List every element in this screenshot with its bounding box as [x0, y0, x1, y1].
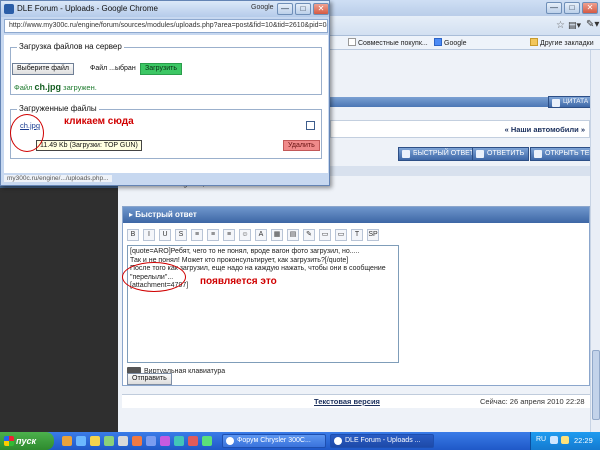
status-url: my300c.ru/engine/.../uploads.php...	[4, 175, 112, 182]
quick-reply-button[interactable]: БЫСТРЫЙ ОТВЕТ	[398, 147, 480, 161]
editor-toolbar-button[interactable]: ▭	[319, 229, 331, 241]
delete-button[interactable]: Удалить	[283, 140, 320, 151]
popup-minimize-button[interactable]: —	[277, 3, 293, 15]
editor-toolbar-button[interactable]: S	[175, 229, 187, 241]
annotation-circle-attachment	[122, 262, 186, 292]
tray-icon[interactable]	[550, 436, 558, 444]
browser-titlebar: — □ ✕	[330, 0, 600, 16]
forum-footer: Текстовая версия Сейчас: 26 апреля 2010 …	[122, 394, 590, 408]
quicklaunch-icon[interactable]	[202, 436, 212, 446]
editor-toolbar: B I U S ≡ ≡ ≡ ☺ A ▦ ▤ ✎ ▭ ▭ T SP	[127, 229, 399, 243]
editor-toolbar-button[interactable]: A	[255, 229, 267, 241]
tray-icon[interactable]	[561, 436, 569, 444]
editor-toolbar-button[interactable]: I	[143, 229, 155, 241]
quick-reply-header: ▸ Быстрый ответ	[123, 207, 589, 223]
editor-toolbar-button[interactable]: T	[351, 229, 363, 241]
page-icon	[348, 38, 356, 46]
editor-toolbar-button[interactable]: ≡	[191, 229, 203, 241]
breadcrumb[interactable]: « Наши автомобили »	[505, 125, 585, 134]
text-version-link[interactable]: Текстовая версия	[314, 397, 380, 406]
uploaded-files-fieldset: Загруженные файлы	[10, 104, 322, 159]
popup-title: DLE Forum - Uploads - Google Chrome	[17, 4, 158, 13]
wrench-icon[interactable]: ✎▾	[586, 19, 599, 30]
editor-toolbar-button[interactable]: U	[159, 229, 171, 241]
quicklaunch-icon[interactable]	[146, 436, 156, 446]
annotation-appears: появляется это	[200, 276, 277, 287]
editor-toolbar-button[interactable]: ≡	[207, 229, 219, 241]
upload-button[interactable]: Загрузить	[140, 63, 182, 75]
editor-toolbar-button[interactable]: ≡	[223, 229, 235, 241]
editor-toolbar-button[interactable]: ▦	[271, 229, 283, 241]
bookmark-item[interactable]: Google	[434, 38, 467, 47]
current-time: Сейчас: 26 апреля 2010 22:28	[480, 397, 585, 406]
popup-content: Загрузка файлов на сервер Выберите файл …	[4, 35, 328, 173]
choose-file-button[interactable]: Выберите файл	[12, 63, 74, 75]
quicklaunch-icon[interactable]	[174, 436, 184, 446]
folder-icon	[530, 38, 538, 46]
quicklaunch-icon[interactable]	[76, 436, 86, 446]
minimize-button[interactable]: —	[546, 2, 562, 14]
quick-reply-panel: ▸ Быстрый ответ B I U S ≡ ≡ ≡ ☺ A ▦ ▤ ✎ ▭ ▭ T SP [quote…	[122, 206, 590, 386]
file-tooltip: 11.49 Kb (Загрузки: TOP GUN)	[36, 140, 142, 151]
page-left-column	[0, 188, 118, 432]
bookmark-item[interactable]: Совместные покупк...	[348, 38, 428, 47]
reply-button[interactable]: ОТВЕТИТЬ	[472, 147, 530, 161]
close-button[interactable]: ✕	[582, 2, 598, 14]
editor-toolbar-button[interactable]: SP	[367, 229, 379, 241]
quote-button[interactable]: ЦИТАТА	[548, 96, 594, 108]
quicklaunch-icon[interactable]	[104, 436, 114, 446]
annotation-click-here: кликаем сюда	[64, 116, 134, 127]
google-icon	[434, 38, 442, 46]
favicon-icon	[4, 4, 14, 14]
star-icon[interactable]: ☆	[556, 20, 565, 31]
quicklaunch-icon[interactable]	[132, 436, 142, 446]
uploaded-files-legend: Загруженные файлы	[17, 104, 99, 113]
upload-legend: Загрузка файлов на сервер	[17, 42, 124, 51]
editor-toolbar-button[interactable]: ✎	[303, 229, 315, 241]
quicklaunch-icon[interactable]	[62, 436, 72, 446]
breadcrumb-row: « Наши автомобили »	[330, 120, 590, 138]
clock: 22:29	[574, 436, 593, 445]
browser-toolbar: ☆ ▤▾ ✎▾	[330, 16, 600, 36]
scrollbar-thumb[interactable]	[592, 350, 600, 420]
upload-popup-window: DLE Forum - Uploads - Google Chrome Goog…	[0, 0, 330, 186]
language-indicator[interactable]: RU	[536, 436, 546, 443]
editor-toolbar-button[interactable]: B	[127, 229, 139, 241]
quicklaunch-icon[interactable]	[90, 436, 100, 446]
popup-titlebar: DLE Forum - Uploads - Google Chrome Goog…	[1, 1, 329, 17]
popup-title-google: Google	[251, 4, 274, 11]
quicklaunch-icon[interactable]	[188, 436, 198, 446]
taskbar-item-uploads[interactable]: DLE Forum - Uploads ...	[330, 434, 434, 448]
editor-toolbar-button[interactable]: ▤	[287, 229, 299, 241]
other-bookmarks[interactable]: Другие закладки	[530, 38, 594, 47]
annotation-circle-link	[10, 114, 44, 152]
maximize-button[interactable]: □	[564, 2, 580, 14]
page-menu-icon[interactable]: ▤▾	[568, 20, 581, 31]
editor-toolbar-button[interactable]: ▭	[335, 229, 347, 241]
bookmarks-bar: Совместные покупк... Google Другие закла…	[330, 36, 600, 50]
file-status: Файл ...ыбран	[90, 65, 136, 72]
editor-toolbar-button[interactable]: ☺	[239, 229, 251, 241]
page-scrollbar[interactable]	[590, 50, 600, 432]
taskbar-item-forum[interactable]: Форум Chrysler 300C...	[222, 434, 326, 448]
send-button[interactable]: Отправить	[127, 373, 172, 385]
file-select-checkbox[interactable]	[306, 121, 315, 130]
quicklaunch-icon[interactable]	[160, 436, 170, 446]
address-bar[interactable]: http://www.my300c.ru/engine/forum/source…	[4, 19, 328, 33]
popup-maximize-button[interactable]: □	[295, 3, 311, 15]
popup-close-button[interactable]: ✕	[313, 3, 329, 15]
start-button[interactable]: пуск	[0, 432, 54, 450]
windows-taskbar: пуск Форум Chrysler 300C... DLE Forum - …	[0, 432, 600, 450]
upload-success-message: Файл ch.jpg загружен.	[14, 82, 97, 92]
quicklaunch-icon[interactable]	[118, 436, 128, 446]
